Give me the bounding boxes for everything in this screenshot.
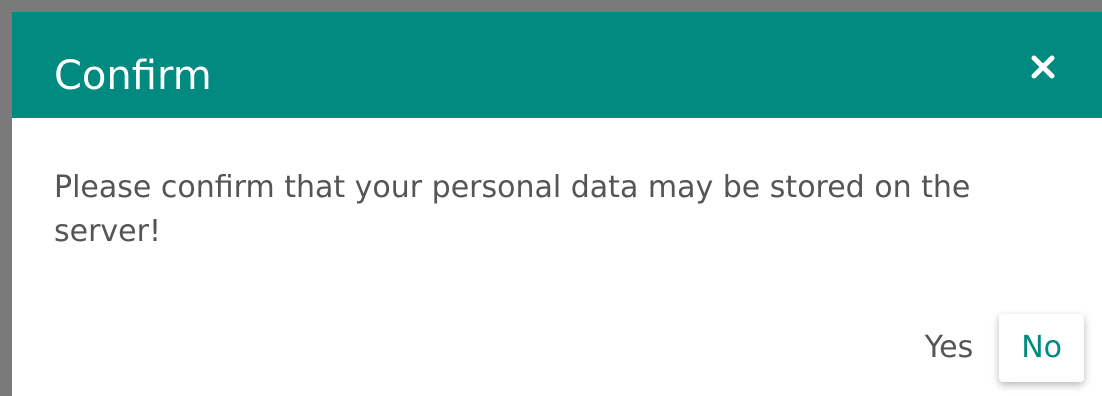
dialog-header: Confirm — [12, 12, 1102, 118]
yes-button[interactable]: Yes — [911, 316, 987, 380]
dialog-message: Please confirm that your personal data m… — [54, 170, 971, 249]
no-button[interactable]: No — [999, 314, 1084, 382]
confirm-dialog: Confirm Please confirm that your persona… — [12, 12, 1102, 396]
dialog-footer: Yes No — [911, 314, 1084, 382]
window-frame: Confirm Please confirm that your persona… — [0, 0, 1102, 396]
close-icon[interactable] — [1028, 52, 1058, 82]
dialog-title: Confirm — [54, 53, 212, 99]
